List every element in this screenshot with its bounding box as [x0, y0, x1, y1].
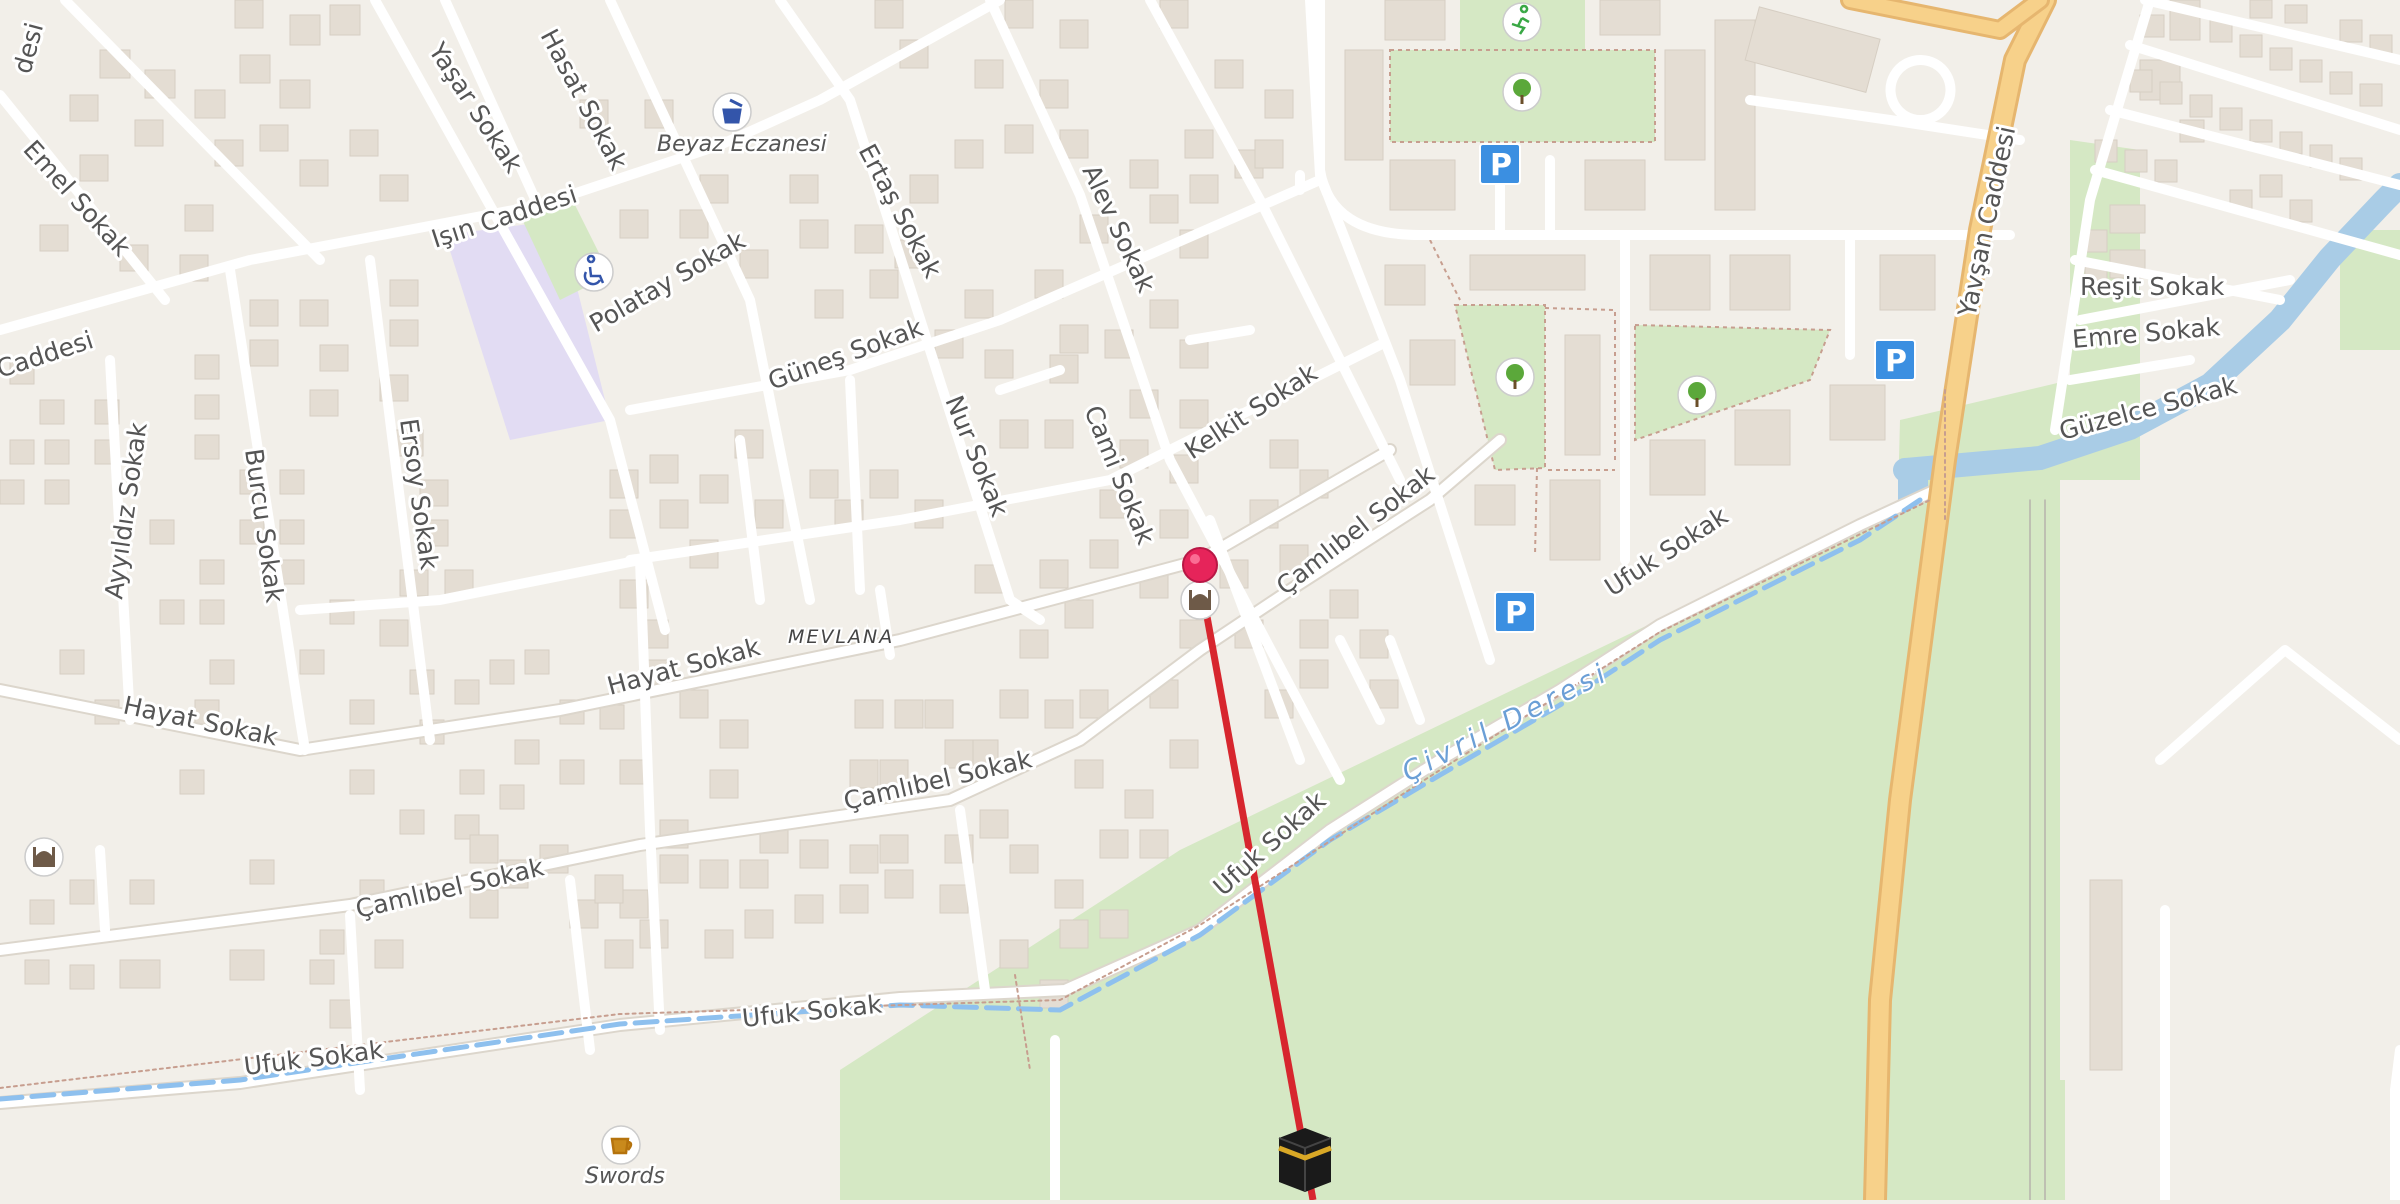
parking-icon: P — [1490, 148, 1512, 183]
poi-tree-3[interactable] — [1677, 375, 1717, 415]
map-canvas[interactable]: desi Emel Sokak Yaşar Sokak Hasat Sokak … — [0, 0, 2400, 1204]
parking-icon: P — [1885, 344, 1907, 379]
street-label: Ufuk Sokak — [1599, 501, 1733, 602]
poi-label-pharmacy: Beyaz Eczanesi — [657, 132, 827, 157]
poi-mosque-west[interactable] — [24, 837, 64, 877]
street-label: Ufuk Sokak — [741, 989, 884, 1033]
parking-sign[interactable]: P — [1494, 591, 1536, 633]
street-label: Caddesi — [0, 325, 97, 383]
map-pin-icon — [1182, 547, 1218, 583]
poi-cafe[interactable] — [601, 1125, 641, 1165]
park-area-south — [840, 450, 2000, 1200]
street-label: Hasat Sokak — [535, 24, 634, 175]
parking-icon: P — [1505, 596, 1527, 631]
poi-accessible[interactable] — [574, 252, 614, 292]
destination-marker[interactable] — [1278, 1128, 1332, 1192]
kaaba-icon — [1278, 1128, 1332, 1192]
poi-tree-2[interactable] — [1495, 357, 1535, 397]
poi-tree-1[interactable] — [1502, 72, 1542, 112]
poi-mosque-center[interactable] — [1180, 580, 1220, 620]
district-label: MEVLANA — [788, 626, 894, 648]
street-label: Çamlıbel Sokak — [1271, 459, 1441, 600]
street-label: Reşit Sokak — [2080, 272, 2225, 301]
poi-sports[interactable] — [1502, 2, 1542, 42]
parking-sign[interactable]: P — [1479, 143, 1521, 185]
street-label: desi — [8, 20, 49, 77]
poi-label-cafe: Swords — [585, 1164, 665, 1189]
street-label: Emel Sokak — [18, 135, 137, 263]
origin-marker[interactable] — [1182, 547, 1218, 583]
poi-pharmacy[interactable] — [712, 92, 752, 132]
street-label: Cami Sokak — [1078, 401, 1160, 549]
map-svg[interactable]: desi Emel Sokak Yaşar Sokak Hasat Sokak … — [0, 0, 2400, 1204]
street-label: Yavşan Caddesi — [1952, 124, 2021, 321]
parking-sign[interactable]: P — [1874, 339, 1916, 381]
